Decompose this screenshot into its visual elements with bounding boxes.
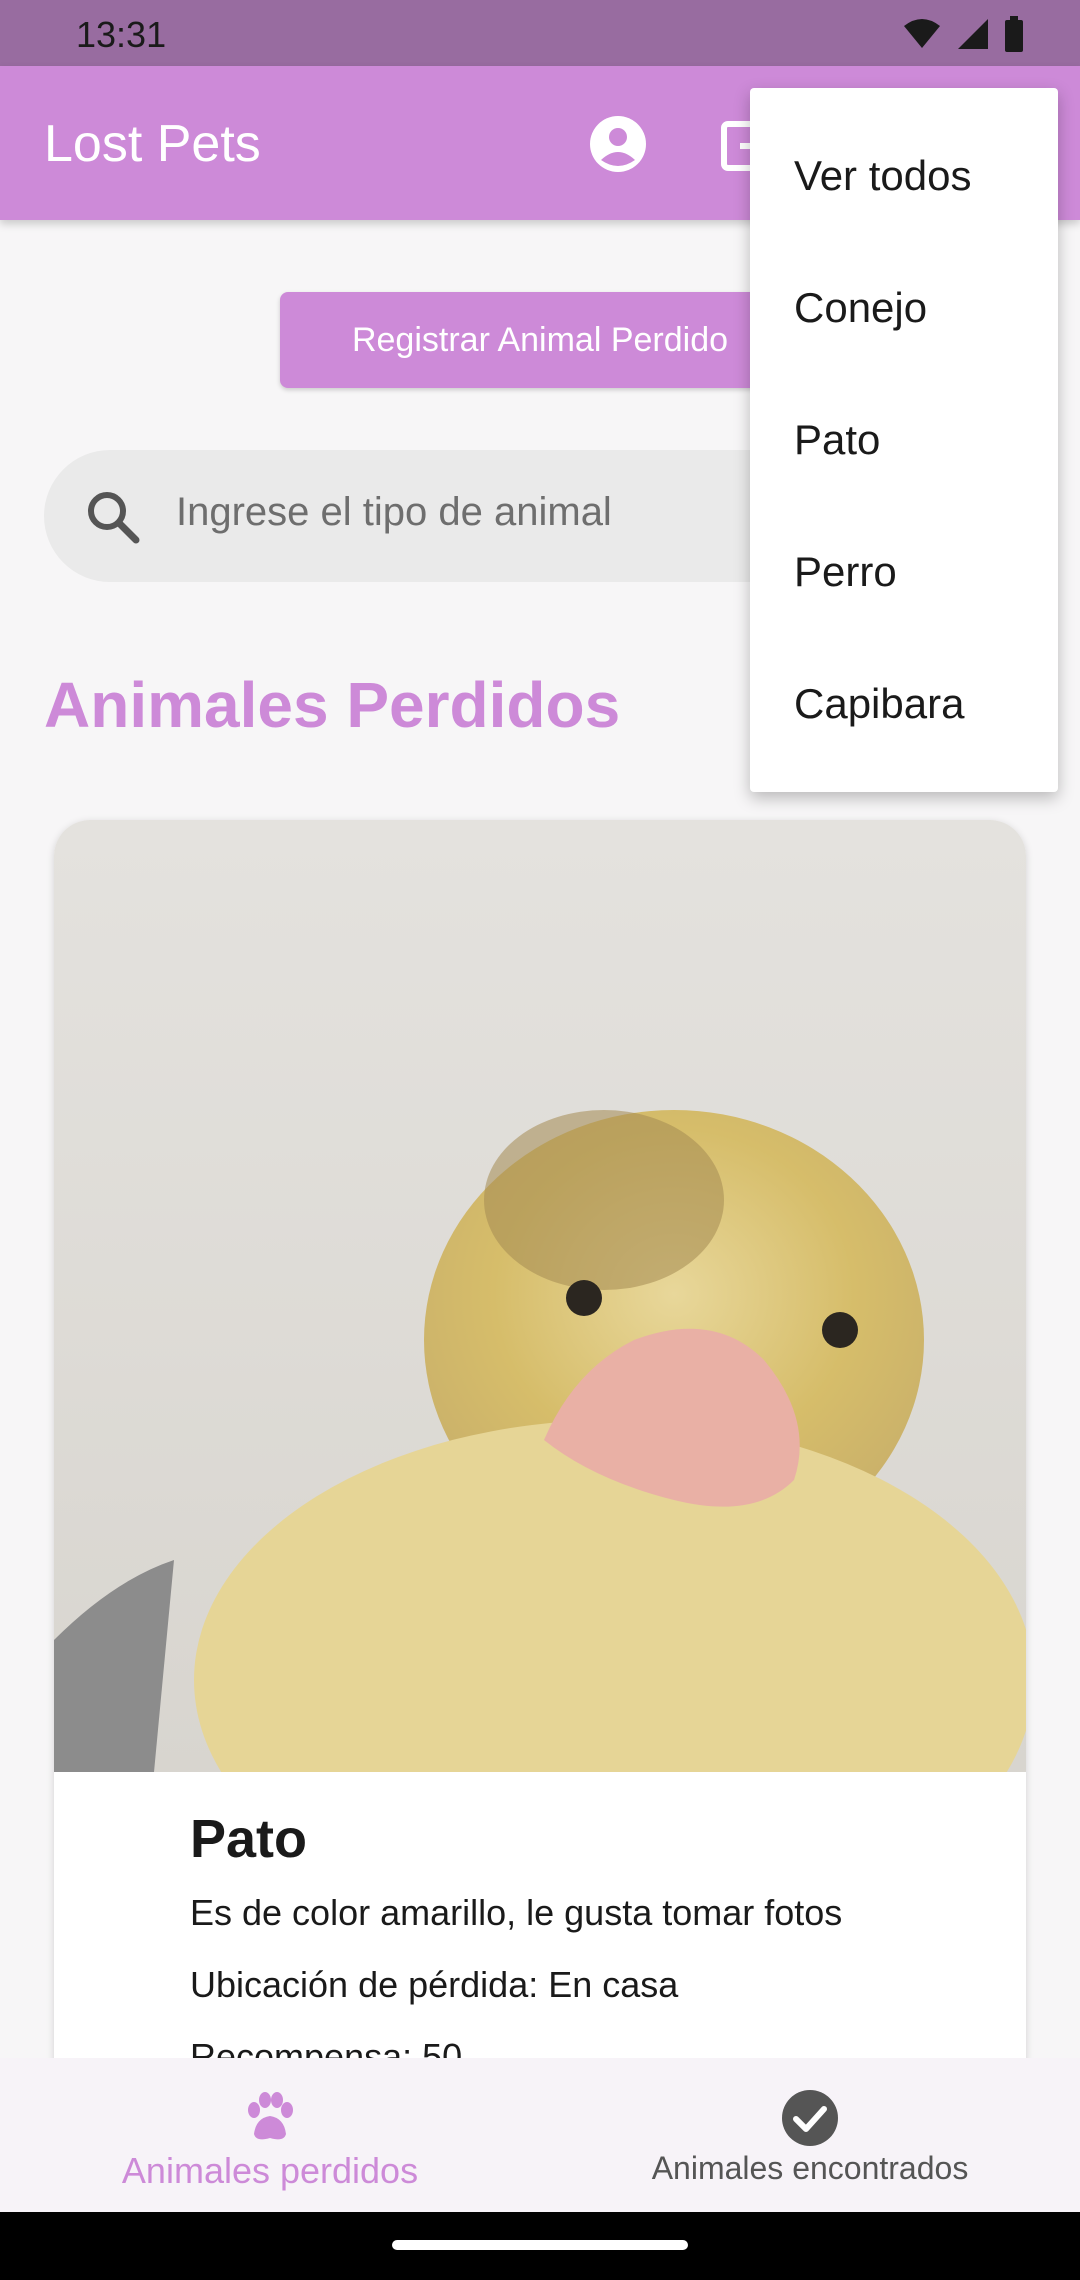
menu-item-ver-todos[interactable]: Ver todos xyxy=(750,110,1058,242)
nav-found-animals[interactable]: Animales encontrados xyxy=(540,2058,1080,2212)
nav-lost-animals[interactable]: Animales perdidos xyxy=(0,2058,540,2212)
search-icon xyxy=(88,492,140,544)
menu-item-capibara[interactable]: Capibara xyxy=(750,638,1058,770)
account-circle-icon[interactable] xyxy=(588,114,648,174)
paw-icon xyxy=(248,2092,293,2140)
status-bar: 13:31 xyxy=(0,0,1080,66)
menu-item-conejo[interactable]: Conejo xyxy=(750,242,1058,374)
bottom-navigation: Animales perdidos Animales encontrados xyxy=(0,2058,1080,2212)
nav-found-label: Animales encontrados xyxy=(651,2150,969,2186)
app-title: Lost Pets xyxy=(44,115,261,173)
check-circle-icon xyxy=(782,2090,838,2146)
nav-lost-label: Animales perdidos xyxy=(121,2150,419,2191)
search-placeholder: Ingrese el tipo de animal xyxy=(176,490,612,534)
battery-icon xyxy=(1005,16,1023,52)
pet-location: Ubicación de pérdida: En casa xyxy=(190,1964,679,2005)
status-time: 13:31 xyxy=(76,14,167,55)
pet-photo xyxy=(54,820,1026,1772)
section-title: Animales Perdidos xyxy=(44,669,621,741)
wifi-icon xyxy=(904,19,940,48)
register-lost-animal-button[interactable]: Registrar Animal Perdido xyxy=(280,292,800,388)
status-icons xyxy=(902,14,1024,54)
menu-item-perro[interactable]: Perro xyxy=(750,506,1058,638)
signal-icon xyxy=(958,19,988,49)
pet-description: Es de color amarillo, le gusta tomar fot… xyxy=(190,1892,843,1933)
pet-card[interactable]: Pato Es de color amarillo, le gusta toma… xyxy=(54,820,1026,2120)
filter-menu: Ver todos Conejo Pato Perro Capibara xyxy=(750,88,1058,792)
pet-name: Pato xyxy=(190,1809,308,1869)
menu-item-pato[interactable]: Pato xyxy=(750,374,1058,506)
home-indicator[interactable] xyxy=(392,2240,688,2250)
